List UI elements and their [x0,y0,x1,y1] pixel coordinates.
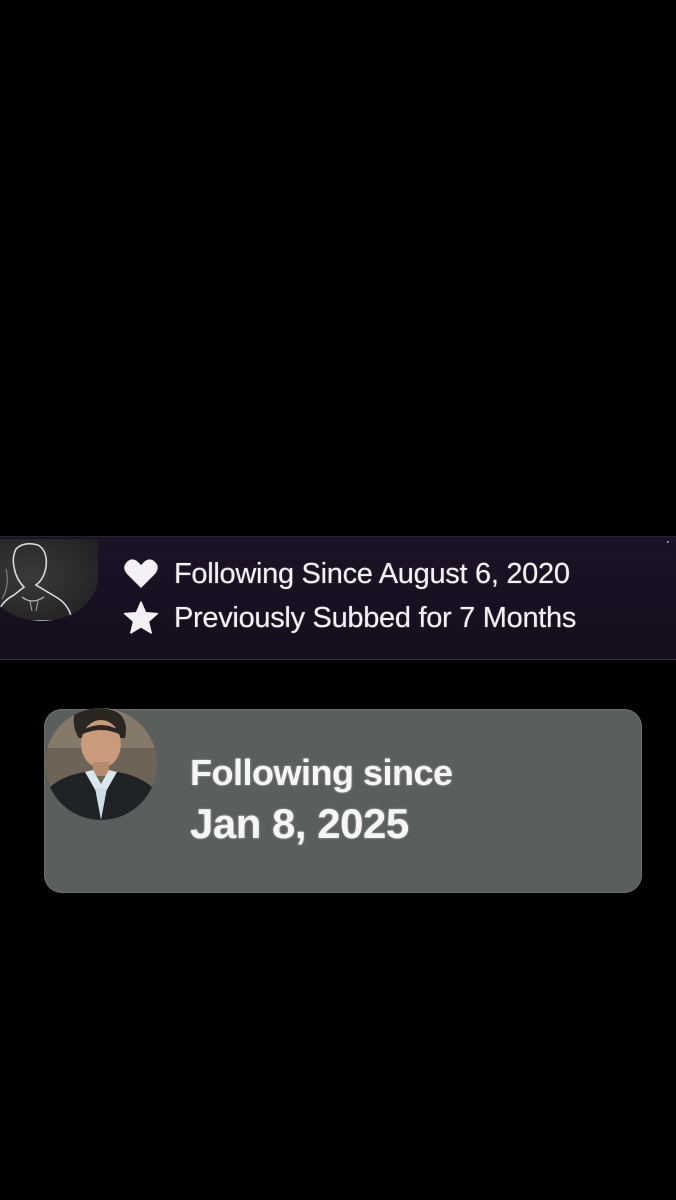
avatar[interactable] [45,708,157,820]
following-since-row: Following Since August 6, 2020 [122,555,570,593]
following-since-text: Following Since August 6, 2020 [174,557,570,590]
following-since-label: Following since [190,752,453,793]
corner-tick: ˊ [665,538,670,554]
previously-subbed-text: Previously Subbed for 7 Months [174,601,577,634]
star-icon [122,599,160,637]
heart-icon [122,555,160,593]
screen: ˊ Following Since August 6, 2020 Previou… [0,0,676,1200]
avatar[interactable] [0,539,98,621]
following-since-date: Jan 8, 2025 [190,800,409,847]
previously-subbed-row: Previously Subbed for 7 Months [122,599,576,637]
